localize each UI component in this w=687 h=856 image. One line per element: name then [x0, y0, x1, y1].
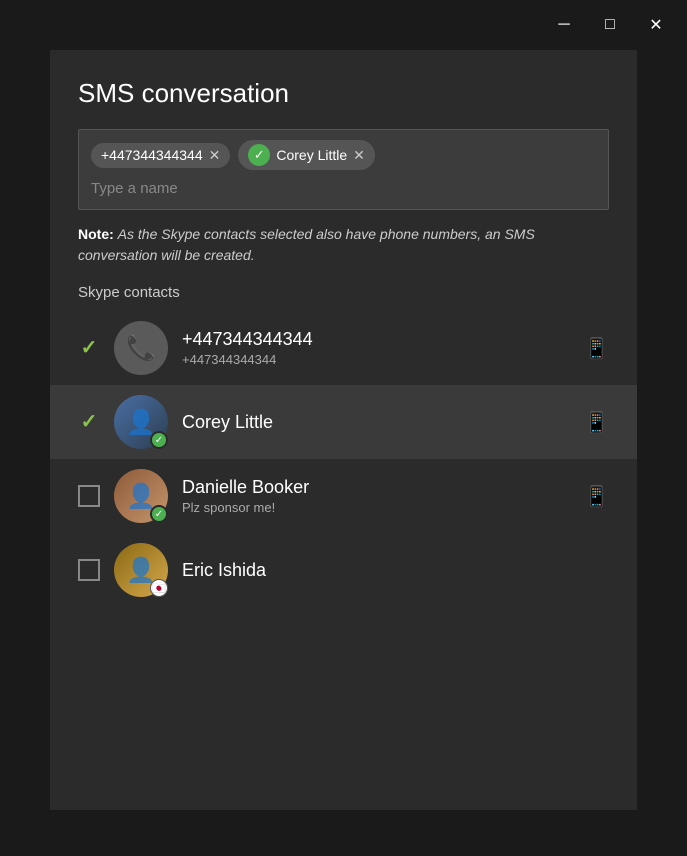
contact-checkbox-phone[interactable]: [78, 337, 100, 359]
contact-sub-phone: +447344344344: [182, 352, 570, 367]
contact-name-eric: Eric Ishida: [182, 560, 609, 581]
contact-checkbox-corey[interactable]: [78, 411, 100, 433]
contact-avatar-phone: 📞: [114, 321, 168, 375]
minimize-button[interactable]: ─: [545, 6, 583, 44]
danielle-status-badge: ✓: [150, 505, 168, 523]
contact-name-phone: +447344344344: [182, 329, 570, 350]
contact-name-danielle: Danielle Booker: [182, 477, 570, 498]
chip-phone-remove[interactable]: ✕: [209, 147, 221, 164]
contact-avatar-danielle: 👤 ✓: [114, 469, 168, 523]
contact-item-phone[interactable]: 📞 +447344344344 +447344344344 📱: [50, 311, 637, 385]
phone-avatar-icon: 📞: [114, 321, 168, 375]
contact-info-corey: Corey Little: [182, 412, 570, 433]
contact-list: 📞 +447344344344 +447344344344 📱 👤 ✓ Core…: [50, 311, 637, 607]
sms-conversation-dialog: SMS conversation +447344344344 ✕ ✓ Corey…: [50, 50, 637, 810]
chip-corey-remove[interactable]: ✕: [353, 147, 365, 164]
contact-item-corey[interactable]: 👤 ✓ Corey Little 📱: [50, 385, 637, 459]
corey-status-badge: ✓: [150, 431, 168, 449]
title-bar: ─ □ ✕: [0, 0, 687, 50]
chip-corey-check-icon: ✓: [248, 144, 270, 166]
recipient-chip-phone[interactable]: +447344344344 ✕: [91, 143, 230, 168]
contact-avatar-corey: 👤 ✓: [114, 395, 168, 449]
corey-phone-device-icon: 📱: [584, 410, 609, 435]
recipient-name-input[interactable]: [91, 178, 596, 199]
recipients-area: +447344344344 ✕ ✓ Corey Little ✕: [78, 129, 609, 210]
chip-corey-label: Corey Little: [276, 147, 347, 163]
danielle-phone-device-icon: 📱: [584, 484, 609, 509]
recipients-chips: +447344344344 ✕ ✓ Corey Little ✕: [91, 140, 596, 170]
dialog-title: SMS conversation: [78, 78, 609, 109]
contact-item-eric[interactable]: 👤 🇯🇵 Eric Ishida: [50, 533, 637, 607]
note-paragraph: Note: As the Skype contacts selected als…: [78, 224, 609, 266]
contact-name-corey: Corey Little: [182, 412, 570, 433]
contact-item-danielle[interactable]: 👤 ✓ Danielle Booker Plz sponsor me! 📱: [50, 459, 637, 533]
contact-avatar-eric: 👤 🇯🇵: [114, 543, 168, 597]
contact-info-eric: Eric Ishida: [182, 560, 609, 581]
contact-checkbox-danielle[interactable]: [78, 485, 100, 507]
contact-info-danielle: Danielle Booker Plz sponsor me!: [182, 477, 570, 515]
note-body: As the Skype contacts selected also have…: [78, 226, 535, 263]
contact-sub-danielle: Plz sponsor me!: [182, 500, 570, 515]
close-button[interactable]: ✕: [637, 6, 675, 44]
eric-flag-badge: 🇯🇵: [150, 579, 168, 597]
note-label: Note:: [78, 226, 114, 242]
chip-phone-label: +447344344344: [101, 147, 203, 163]
maximize-button[interactable]: □: [591, 6, 629, 44]
contact-checkbox-eric[interactable]: [78, 559, 100, 581]
contact-phone-device-icon: 📱: [584, 336, 609, 361]
recipient-chip-corey[interactable]: ✓ Corey Little ✕: [238, 140, 375, 170]
skype-contacts-heading: Skype contacts: [78, 284, 609, 301]
contact-info-phone: +447344344344 +447344344344: [182, 329, 570, 367]
